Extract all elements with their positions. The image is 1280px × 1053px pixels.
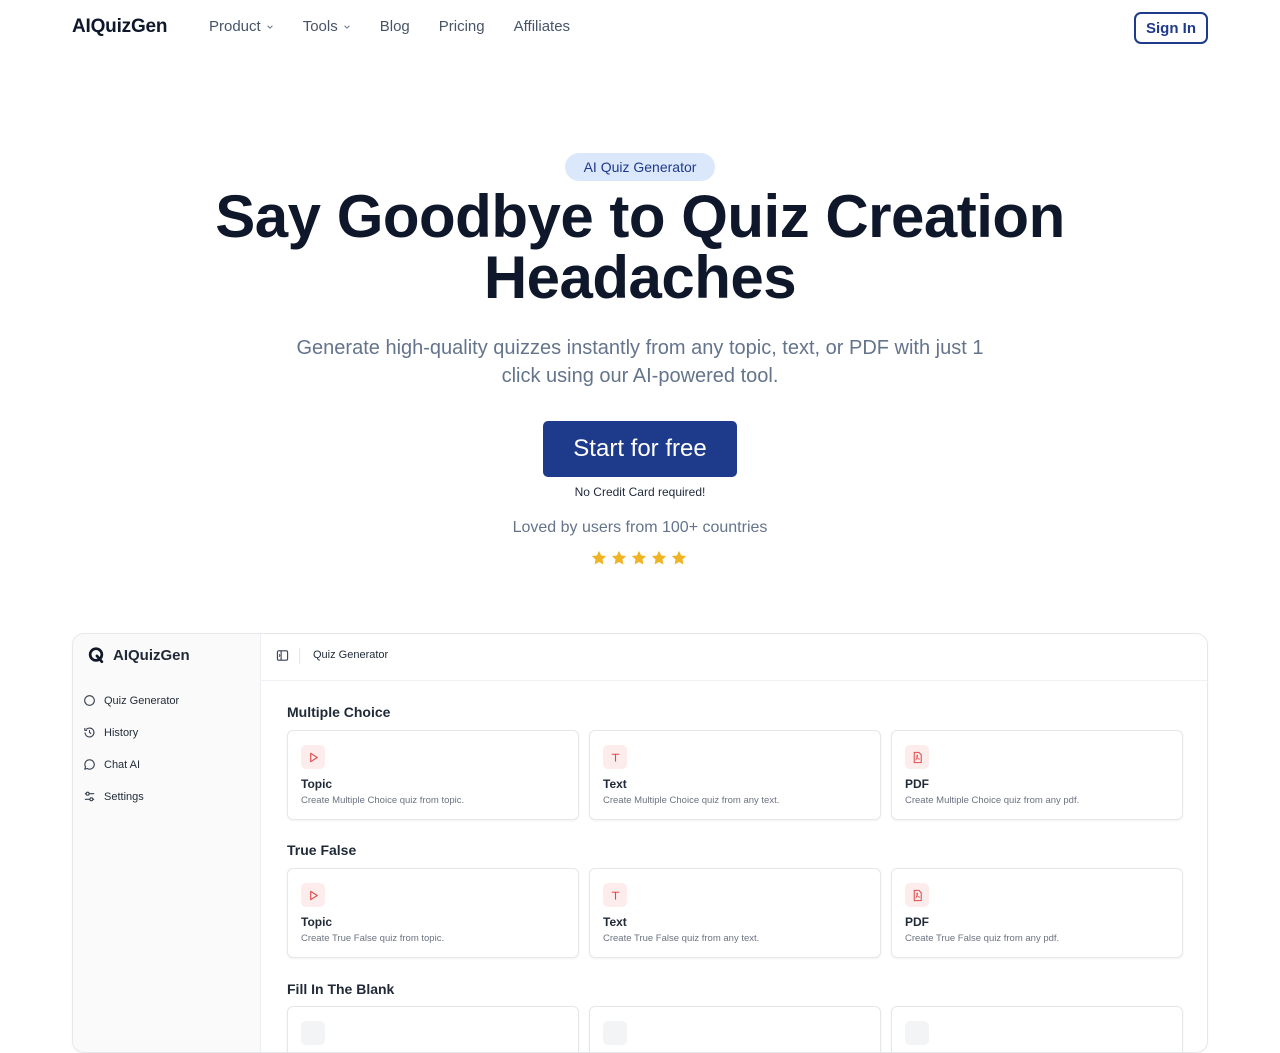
card-fb-topic[interactable] — [287, 1006, 579, 1052]
card-mc-topic[interactable]: Topic Create Multiple Choice quiz from t… — [287, 730, 579, 820]
sidebar-item-quiz-generator[interactable]: Quiz Generator — [83, 694, 179, 707]
card-icon-placeholder — [905, 1021, 929, 1045]
card-fb-text[interactable] — [589, 1006, 881, 1052]
app-brand-label: AIQuizGen — [113, 646, 190, 664]
rating-stars — [590, 549, 688, 567]
section-title-fill-blank: Fill In The Blank — [287, 981, 395, 997]
card-description: Create True False quiz from topic. — [301, 933, 445, 944]
nav-product[interactable]: Product — [209, 18, 274, 35]
card-tf-text[interactable]: Text Create True False quiz from any tex… — [589, 868, 881, 958]
section-title-true-false: True False — [287, 842, 357, 858]
card-description: Create True False quiz from any text. — [603, 933, 760, 944]
chevron-down-icon — [266, 24, 273, 29]
sidebar-item-settings[interactable]: Settings — [83, 790, 144, 803]
card-icon-placeholder — [603, 1021, 627, 1045]
app-main: Quiz Generator Multiple Choice Topic Cre… — [261, 634, 1207, 1052]
star-icon — [651, 550, 667, 565]
section-title-multiple-choice: Multiple Choice — [287, 704, 391, 720]
card-description: Create Multiple Choice quiz from any pdf… — [905, 795, 1080, 806]
nav-tools[interactable]: Tools — [303, 18, 351, 35]
sign-in-button[interactable]: Sign In — [1134, 12, 1208, 44]
card-fb-pdf[interactable] — [891, 1006, 1183, 1052]
play-icon — [301, 883, 325, 907]
topbar-divider — [299, 648, 300, 664]
sidebar-item-label: Chat AI — [104, 758, 141, 771]
star-icon — [611, 550, 627, 565]
nav-affiliates[interactable]: Affiliates — [514, 18, 570, 35]
site-logo[interactable]: AIQuizGen — [72, 16, 168, 38]
hero-subtitle: Generate high-quality quizzes instantly … — [296, 337, 984, 387]
sidebar-item-label: Settings — [104, 790, 144, 803]
app-preview: AIQuizGen Quiz Generator History Chat AI… — [72, 633, 1208, 1053]
chat-icon — [84, 759, 95, 770]
chevron-down-icon — [343, 24, 350, 29]
pdf-icon — [905, 745, 929, 769]
top-nav: AIQuizGen Product Tools Blog Pricing Aff… — [0, 0, 1280, 56]
breadcrumb: Quiz Generator — [313, 649, 389, 661]
sidebar-item-label: Quiz Generator — [104, 694, 180, 707]
start-free-button[interactable]: Start for free — [543, 421, 737, 477]
play-icon — [301, 745, 325, 769]
star-icon — [631, 550, 647, 565]
card-title: Text — [603, 915, 627, 929]
nav-blog[interactable]: Blog — [380, 18, 410, 35]
nav-links: Product Tools Blog Pricing Affiliates — [209, 18, 599, 35]
sidebar-item-chat-ai[interactable]: Chat AI — [83, 758, 140, 771]
sliders-icon — [84, 791, 95, 802]
card-title: Topic — [301, 915, 333, 929]
social-proof-text: Loved by users from 100+ countries — [512, 519, 768, 536]
card-description: Create Multiple Choice quiz from topic. — [301, 795, 465, 806]
card-icon-placeholder — [301, 1021, 325, 1045]
app-logo-icon — [88, 647, 104, 664]
card-tf-topic[interactable]: Topic Create True False quiz from topic. — [287, 868, 579, 958]
card-mc-text[interactable]: Text Create Multiple Choice quiz from an… — [589, 730, 881, 820]
sidebar-toggle-icon[interactable] — [276, 649, 289, 662]
nav-product-label: Product — [209, 18, 261, 35]
sidebar-item-history[interactable]: History — [83, 726, 138, 739]
card-description: Create True False quiz from any pdf. — [905, 933, 1060, 944]
card-tf-pdf[interactable]: PDF Create True False quiz from any pdf. — [891, 868, 1183, 958]
card-description: Create Multiple Choice quiz from any tex… — [603, 795, 780, 806]
card-title: PDF — [905, 777, 929, 791]
text-icon — [603, 745, 627, 769]
history-icon — [84, 727, 95, 738]
sidebar-item-label: History — [104, 726, 139, 739]
card-title: Text — [603, 777, 627, 791]
text-icon — [603, 883, 627, 907]
hero-badge: AI Quiz Generator — [565, 153, 715, 181]
nav-pricing[interactable]: Pricing — [439, 18, 485, 35]
hero-title: Say Goodbye to Quiz Creation Headaches — [215, 183, 1065, 311]
star-icon — [591, 550, 607, 565]
card-mc-pdf[interactable]: PDF Create Multiple Choice quiz from any… — [891, 730, 1183, 820]
app-sidebar: AIQuizGen Quiz Generator History Chat AI… — [73, 634, 261, 1052]
circle-icon — [84, 695, 95, 706]
app-brand[interactable]: AIQuizGen — [87, 646, 190, 664]
card-title: PDF — [905, 915, 929, 929]
nav-tools-label: Tools — [302, 18, 338, 35]
no-credit-card-note: No Credit Card required! — [574, 485, 706, 499]
app-topbar: Quiz Generator — [261, 634, 1207, 681]
card-title: Topic — [301, 777, 333, 791]
pdf-icon — [905, 883, 929, 907]
star-icon — [671, 550, 687, 565]
